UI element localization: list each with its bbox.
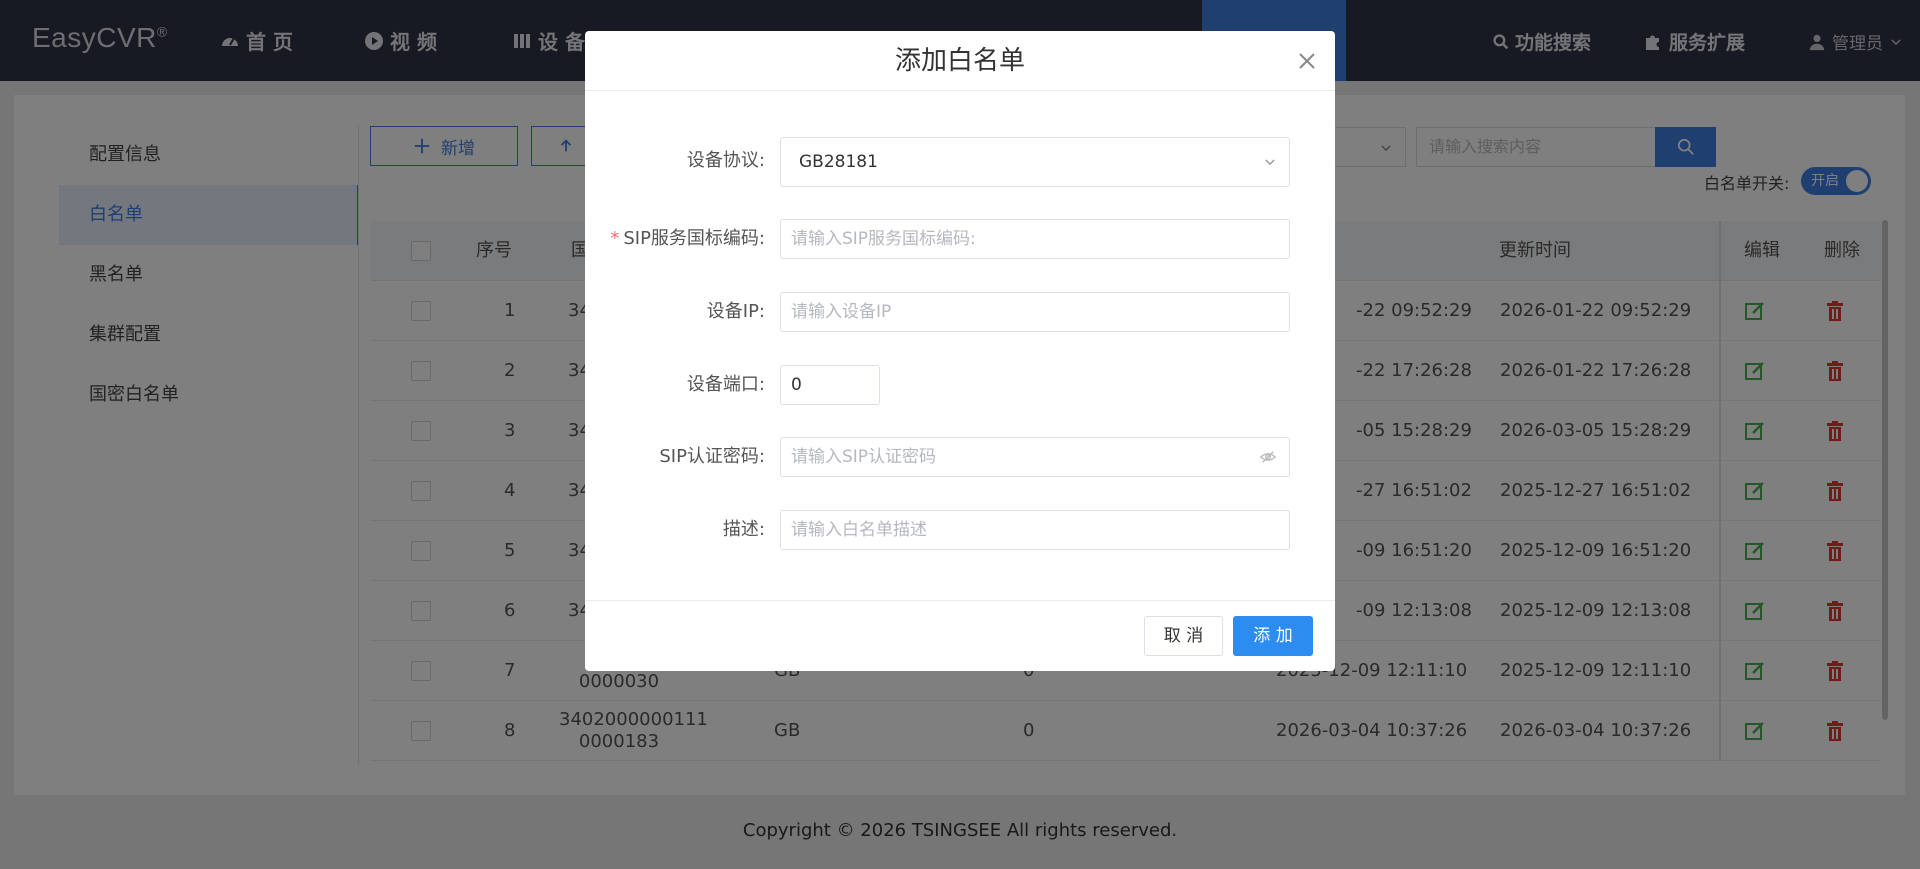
protocol-label: 设备协议:: [686, 150, 765, 171]
form-row-description: 描述: 请输入白名单描述: [585, 510, 1335, 560]
dialog-footer-divider: [585, 600, 1335, 601]
sip-code-input[interactable]: 请输入SIP服务国标编码:: [780, 219, 1290, 259]
form-row-protocol: 设备协议: GB28181: [585, 137, 1335, 187]
confirm-add-button[interactable]: 添 加: [1233, 616, 1313, 656]
form-row-ip: 设备IP: 请输入设备IP: [585, 292, 1335, 342]
cancel-button[interactable]: 取 消: [1144, 616, 1223, 656]
close-icon[interactable]: [1297, 51, 1317, 71]
ip-input[interactable]: 请输入设备IP: [780, 292, 1290, 332]
required-marker: *: [610, 228, 620, 249]
dialog-title: 添加白名单: [585, 31, 1335, 91]
chevron-down-icon: [1265, 159, 1275, 166]
add-whitelist-dialog: 添加白名单 设备协议: GB28181 * SIP服务国标编码: 请输入SIP服务…: [585, 31, 1335, 671]
port-input[interactable]: 0: [780, 365, 880, 405]
protocol-select[interactable]: GB28181: [780, 137, 1290, 187]
form-row-port: 设备端口: 0: [585, 365, 1335, 415]
description-label: 描述:: [722, 519, 765, 540]
sip-code-label: * SIP服务国标编码:: [610, 219, 765, 259]
password-input[interactable]: 请输入SIP认证密码: [780, 437, 1290, 477]
ip-label: 设备IP:: [706, 301, 765, 322]
description-input[interactable]: 请输入白名单描述: [780, 510, 1290, 550]
password-label: SIP认证密码:: [659, 446, 765, 467]
eye-off-icon[interactable]: [1259, 448, 1277, 466]
password-placeholder: 请输入SIP认证密码: [791, 447, 937, 467]
form-row-sip-code: * SIP服务国标编码: 请输入SIP服务国标编码:: [585, 219, 1335, 269]
form-row-password: SIP认证密码: 请输入SIP认证密码: [585, 437, 1335, 487]
port-label: 设备端口:: [686, 374, 765, 395]
protocol-selected-value: GB28181: [799, 152, 878, 172]
sip-code-label-text: SIP服务国标编码:: [623, 228, 765, 249]
